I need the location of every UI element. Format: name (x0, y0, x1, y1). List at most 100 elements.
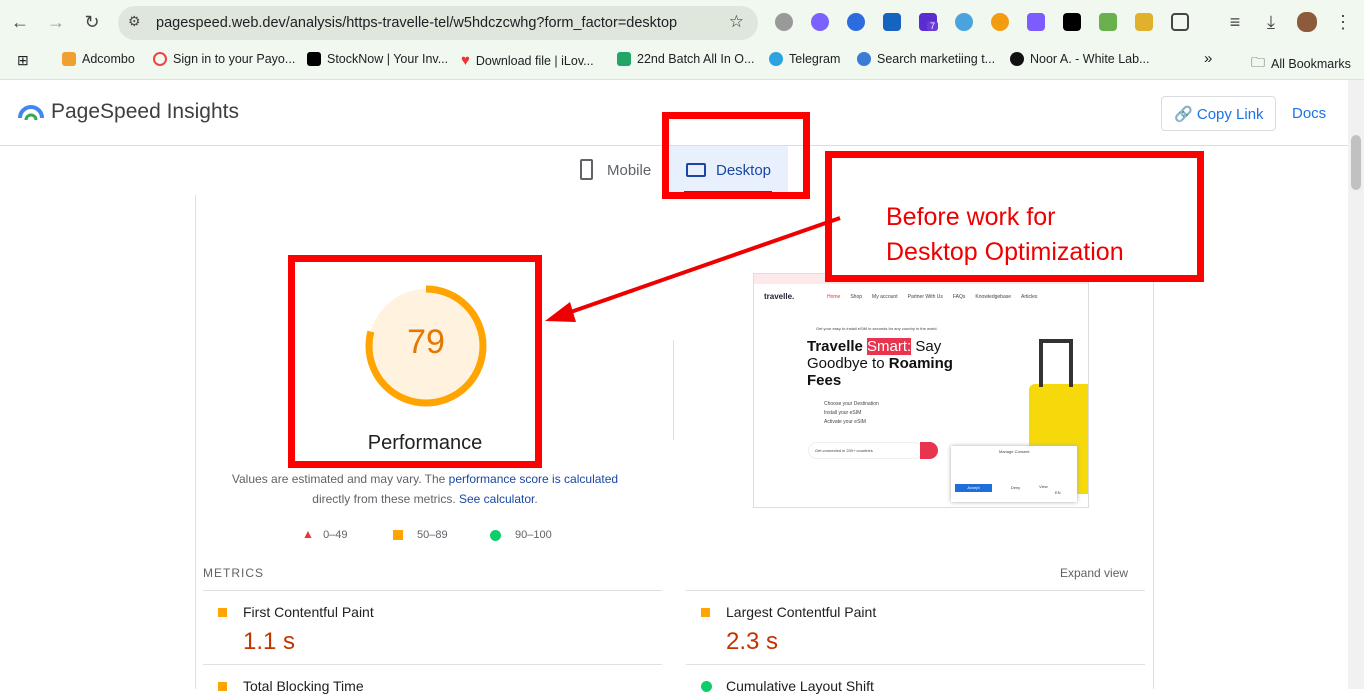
expand-view-toggle[interactable]: Expand view (1060, 566, 1128, 580)
step: Install your eSIM (824, 410, 862, 416)
screenshot-steps: Choose your Destination Install your eSIM… (824, 400, 879, 427)
copy-link-button[interactable]: 🔗 Copy Link (1161, 96, 1276, 131)
profile-avatar[interactable] (1297, 12, 1317, 32)
annotation-line: Desktop Optimization (886, 238, 1124, 266)
screenshot-search-button (920, 442, 938, 459)
bookmark-label: Download file | iLov... (475, 53, 594, 68)
bookmark-icon (62, 52, 76, 66)
consent-view: View (1039, 484, 1048, 489)
address-bar[interactable]: ⚙ pagespeed.web.dev/analysis/https-trave… (118, 6, 758, 40)
telegram-icon (769, 52, 783, 66)
bookmark-item[interactable]: ♥ Download file | iLov... (461, 52, 594, 69)
bookmark-icon (307, 52, 321, 66)
bookmark-item[interactable]: Sign in to your Payo... (153, 52, 295, 66)
extension-badge: 7 (927, 21, 939, 31)
consent-lang: EN (1055, 490, 1061, 495)
divider (203, 590, 662, 591)
annotation-box-score (288, 255, 542, 468)
metric-lcp: Largest Contentful Paint 2.3 s (686, 592, 1145, 662)
screenshot-nav: Home Shop My account Partner With Us FAQs Kno… (827, 294, 1037, 300)
square-icon (393, 530, 403, 540)
bookmark-item[interactable]: Telegram (769, 52, 840, 66)
bookmark-label: Noor A. - White Lab... (1030, 52, 1150, 66)
site-settings-icon[interactable]: ⚙ (128, 13, 141, 30)
consent-deny: Deny (1010, 485, 1021, 490)
extension-icon[interactable] (883, 13, 901, 31)
download-icon[interactable]: ⤓ (1261, 12, 1281, 33)
nav-item: FAQs (952, 294, 966, 300)
url-text[interactable]: pagespeed.web.dev/analysis/https-travell… (156, 15, 677, 31)
psi-logo-icon (18, 105, 44, 121)
consent-accept: Accept (955, 484, 992, 492)
mobile-icon (580, 159, 593, 180)
reload-button[interactable]: ↻ (82, 12, 102, 33)
score-note: Values are estimated and may vary. The p… (205, 469, 645, 509)
note-text: directly from these metrics. (312, 492, 459, 506)
suitcase-handle (1039, 339, 1073, 387)
bookmark-label: StockNow | Your Inv... (327, 52, 449, 66)
see-calculator-link[interactable]: See calculator (459, 492, 534, 506)
menu-icon[interactable]: ⋮ (1333, 12, 1353, 33)
average-square-icon (218, 608, 227, 617)
docs-link[interactable]: Docs (1292, 105, 1326, 122)
bookmark-item[interactable]: 22nd Batch All In O... (617, 52, 754, 66)
heart-icon: ♥ (461, 52, 470, 69)
extensions-puzzle-icon[interactable] (1171, 13, 1189, 31)
note-text: Values are estimated and may vary. The (231, 472, 449, 486)
annotation-line: Before work for (886, 203, 1056, 231)
divider (673, 340, 674, 440)
nav-item: Knowledgebase (975, 294, 1012, 300)
extension-icon[interactable] (1135, 13, 1153, 31)
bookmark-icon (617, 52, 631, 66)
back-button[interactable]: ← (10, 12, 30, 33)
bookmark-item[interactable]: StockNow | Your Inv... (307, 52, 448, 66)
bookmark-item[interactable]: Noor A. - White Lab... (1010, 52, 1150, 66)
heading-part: Say (911, 338, 942, 355)
extension-icon[interactable] (1099, 13, 1117, 31)
browser-toolbar: ← → ↻ ⚙ pagespeed.web.dev/analysis/https… (0, 0, 1364, 44)
bookmark-label: Sign in to your Payo... (173, 52, 296, 66)
globe-extension-icon[interactable] (775, 13, 793, 31)
legend-average: 50–89 (393, 529, 448, 541)
more-bookmarks-button[interactable]: » (1204, 50, 1212, 67)
note-text: . (534, 492, 538, 506)
forward-button[interactable]: → (46, 12, 66, 33)
average-square-icon (218, 682, 227, 691)
extension-icon[interactable] (1027, 13, 1045, 31)
tab-mobile-label: Mobile (607, 162, 652, 179)
apps-grid-icon[interactable]: ⊞ (17, 52, 29, 69)
nav-item: My account (872, 294, 898, 300)
bookmark-label: Adcombo (82, 52, 135, 66)
heading-highlight: Smart: (867, 338, 912, 355)
bookmark-item[interactable]: Search marketiing t... (857, 52, 995, 66)
triangle-icon: ▲ (302, 527, 314, 541)
score-calculated-link[interactable]: performance score is calculated (449, 472, 618, 486)
zoom-extension-icon[interactable] (847, 13, 865, 31)
extension-icon[interactable]: 7 (919, 13, 939, 31)
nav-item: Shop (850, 294, 863, 300)
metric-fcp: First Contentful Paint 1.1 s (203, 592, 662, 662)
legend-pass: 90–100 (490, 529, 552, 541)
bookmark-star-icon[interactable]: ☆ (729, 12, 744, 32)
media-control-icon[interactable]: ≡ (1225, 12, 1245, 33)
all-bookmarks-button[interactable]: 🗀 All Bookmarks (1251, 52, 1351, 76)
legend-label: 50–89 (417, 529, 448, 541)
screenshot-consent: Manage Consent Accept Deny View EN (951, 446, 1077, 502)
search-placeholder: Get connected in 200+ countries (815, 448, 873, 453)
metric-cls: Cumulative Layout Shift (686, 666, 1145, 696)
divider (686, 664, 1145, 665)
extension-icon[interactable] (991, 13, 1009, 31)
metric-label: First Contentful Paint (243, 604, 374, 620)
scrollbar-thumb[interactable] (1351, 135, 1361, 190)
bookmark-icon (153, 52, 167, 66)
extension-icon[interactable] (811, 13, 829, 31)
extension-icon[interactable] (1063, 13, 1081, 31)
tab-mobile[interactable]: Mobile (570, 148, 670, 192)
step: Activate your eSIM (824, 419, 866, 425)
pass-circle-icon (701, 681, 712, 692)
annotation-text: Before work for Desktop Optimization (886, 200, 1124, 270)
bookmark-item[interactable]: Adcombo (62, 52, 135, 66)
legend-fail: ▲ 0–49 (302, 527, 348, 541)
copy-link-label: Copy Link (1196, 106, 1264, 123)
extension-icon[interactable] (955, 13, 973, 31)
